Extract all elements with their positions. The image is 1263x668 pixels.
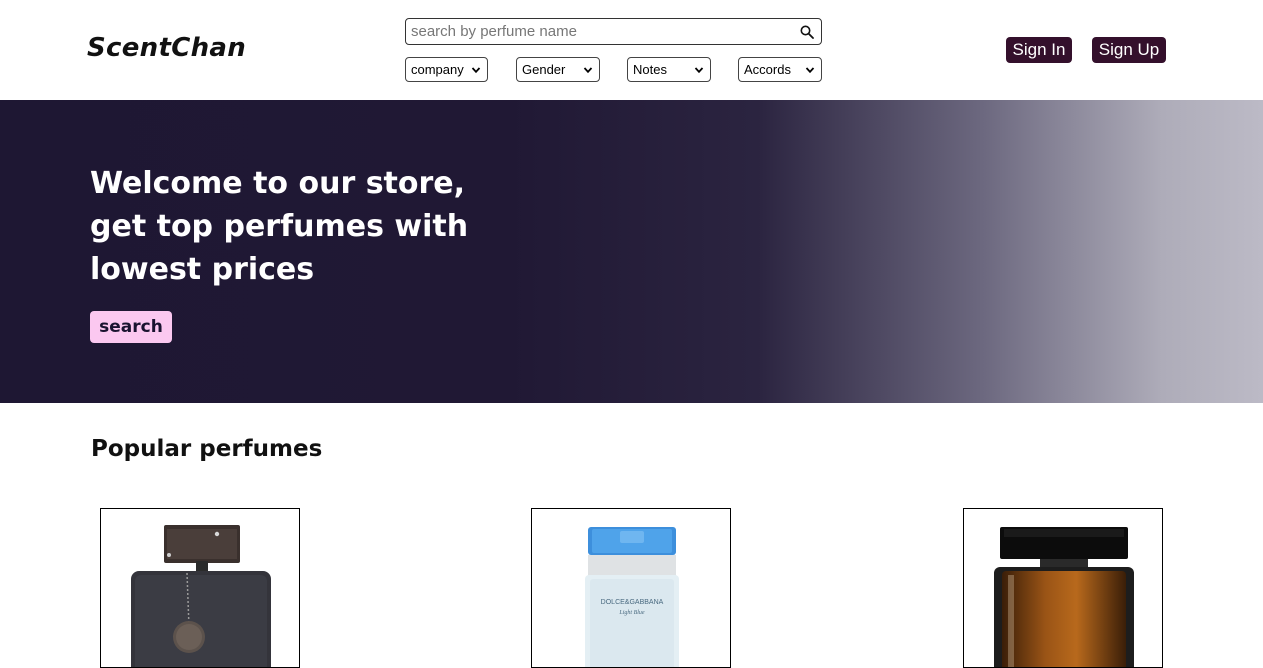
amber-perfume-bottle-icon [994, 527, 1134, 667]
notes-select-label: Notes [633, 62, 667, 77]
site-header: ScentChan company Gender Notes Accords S… [0, 0, 1263, 100]
hero-banner: Welcome to our store, get top perfumes w… [0, 100, 1263, 403]
search-icon[interactable] [800, 25, 814, 39]
accords-select-label: Accords [744, 62, 791, 77]
chevron-down-icon [805, 67, 815, 74]
product-brand-label: DOLCE&GABBANA [601, 599, 664, 606]
filter-bar: company Gender Notes Accords [405, 57, 822, 82]
product-card[interactable] [963, 508, 1163, 668]
search-bar[interactable] [405, 18, 822, 45]
gender-select[interactable]: Gender [516, 57, 600, 82]
hero-title: Welcome to our store, get top perfumes w… [90, 166, 469, 287]
sign-in-button[interactable]: Sign In [1006, 37, 1072, 63]
product-name-label: Light Blue [618, 610, 645, 616]
product-card[interactable] [100, 508, 300, 668]
light-blue-perfume-bottle-icon: DOLCE&GABBANA Light Blue [585, 527, 679, 667]
product-card[interactable]: DOLCE&GABBANA Light Blue [531, 508, 731, 668]
site-logo[interactable]: ScentChan [87, 33, 246, 63]
dark-perfume-bottle-icon [131, 525, 271, 667]
company-select-label: company [411, 62, 464, 77]
company-select[interactable]: company [405, 57, 488, 82]
accords-select[interactable]: Accords [738, 57, 822, 82]
hero-search-button[interactable]: search [90, 311, 172, 343]
gender-select-label: Gender [522, 62, 566, 77]
notes-select[interactable]: Notes [627, 57, 711, 82]
chevron-down-icon [583, 67, 593, 74]
popular-perfumes-heading: Popular perfumes [91, 436, 323, 462]
sign-up-button[interactable]: Sign Up [1092, 37, 1166, 63]
chevron-down-icon [471, 67, 481, 74]
chevron-down-icon [694, 67, 704, 74]
search-input[interactable] [411, 22, 791, 41]
